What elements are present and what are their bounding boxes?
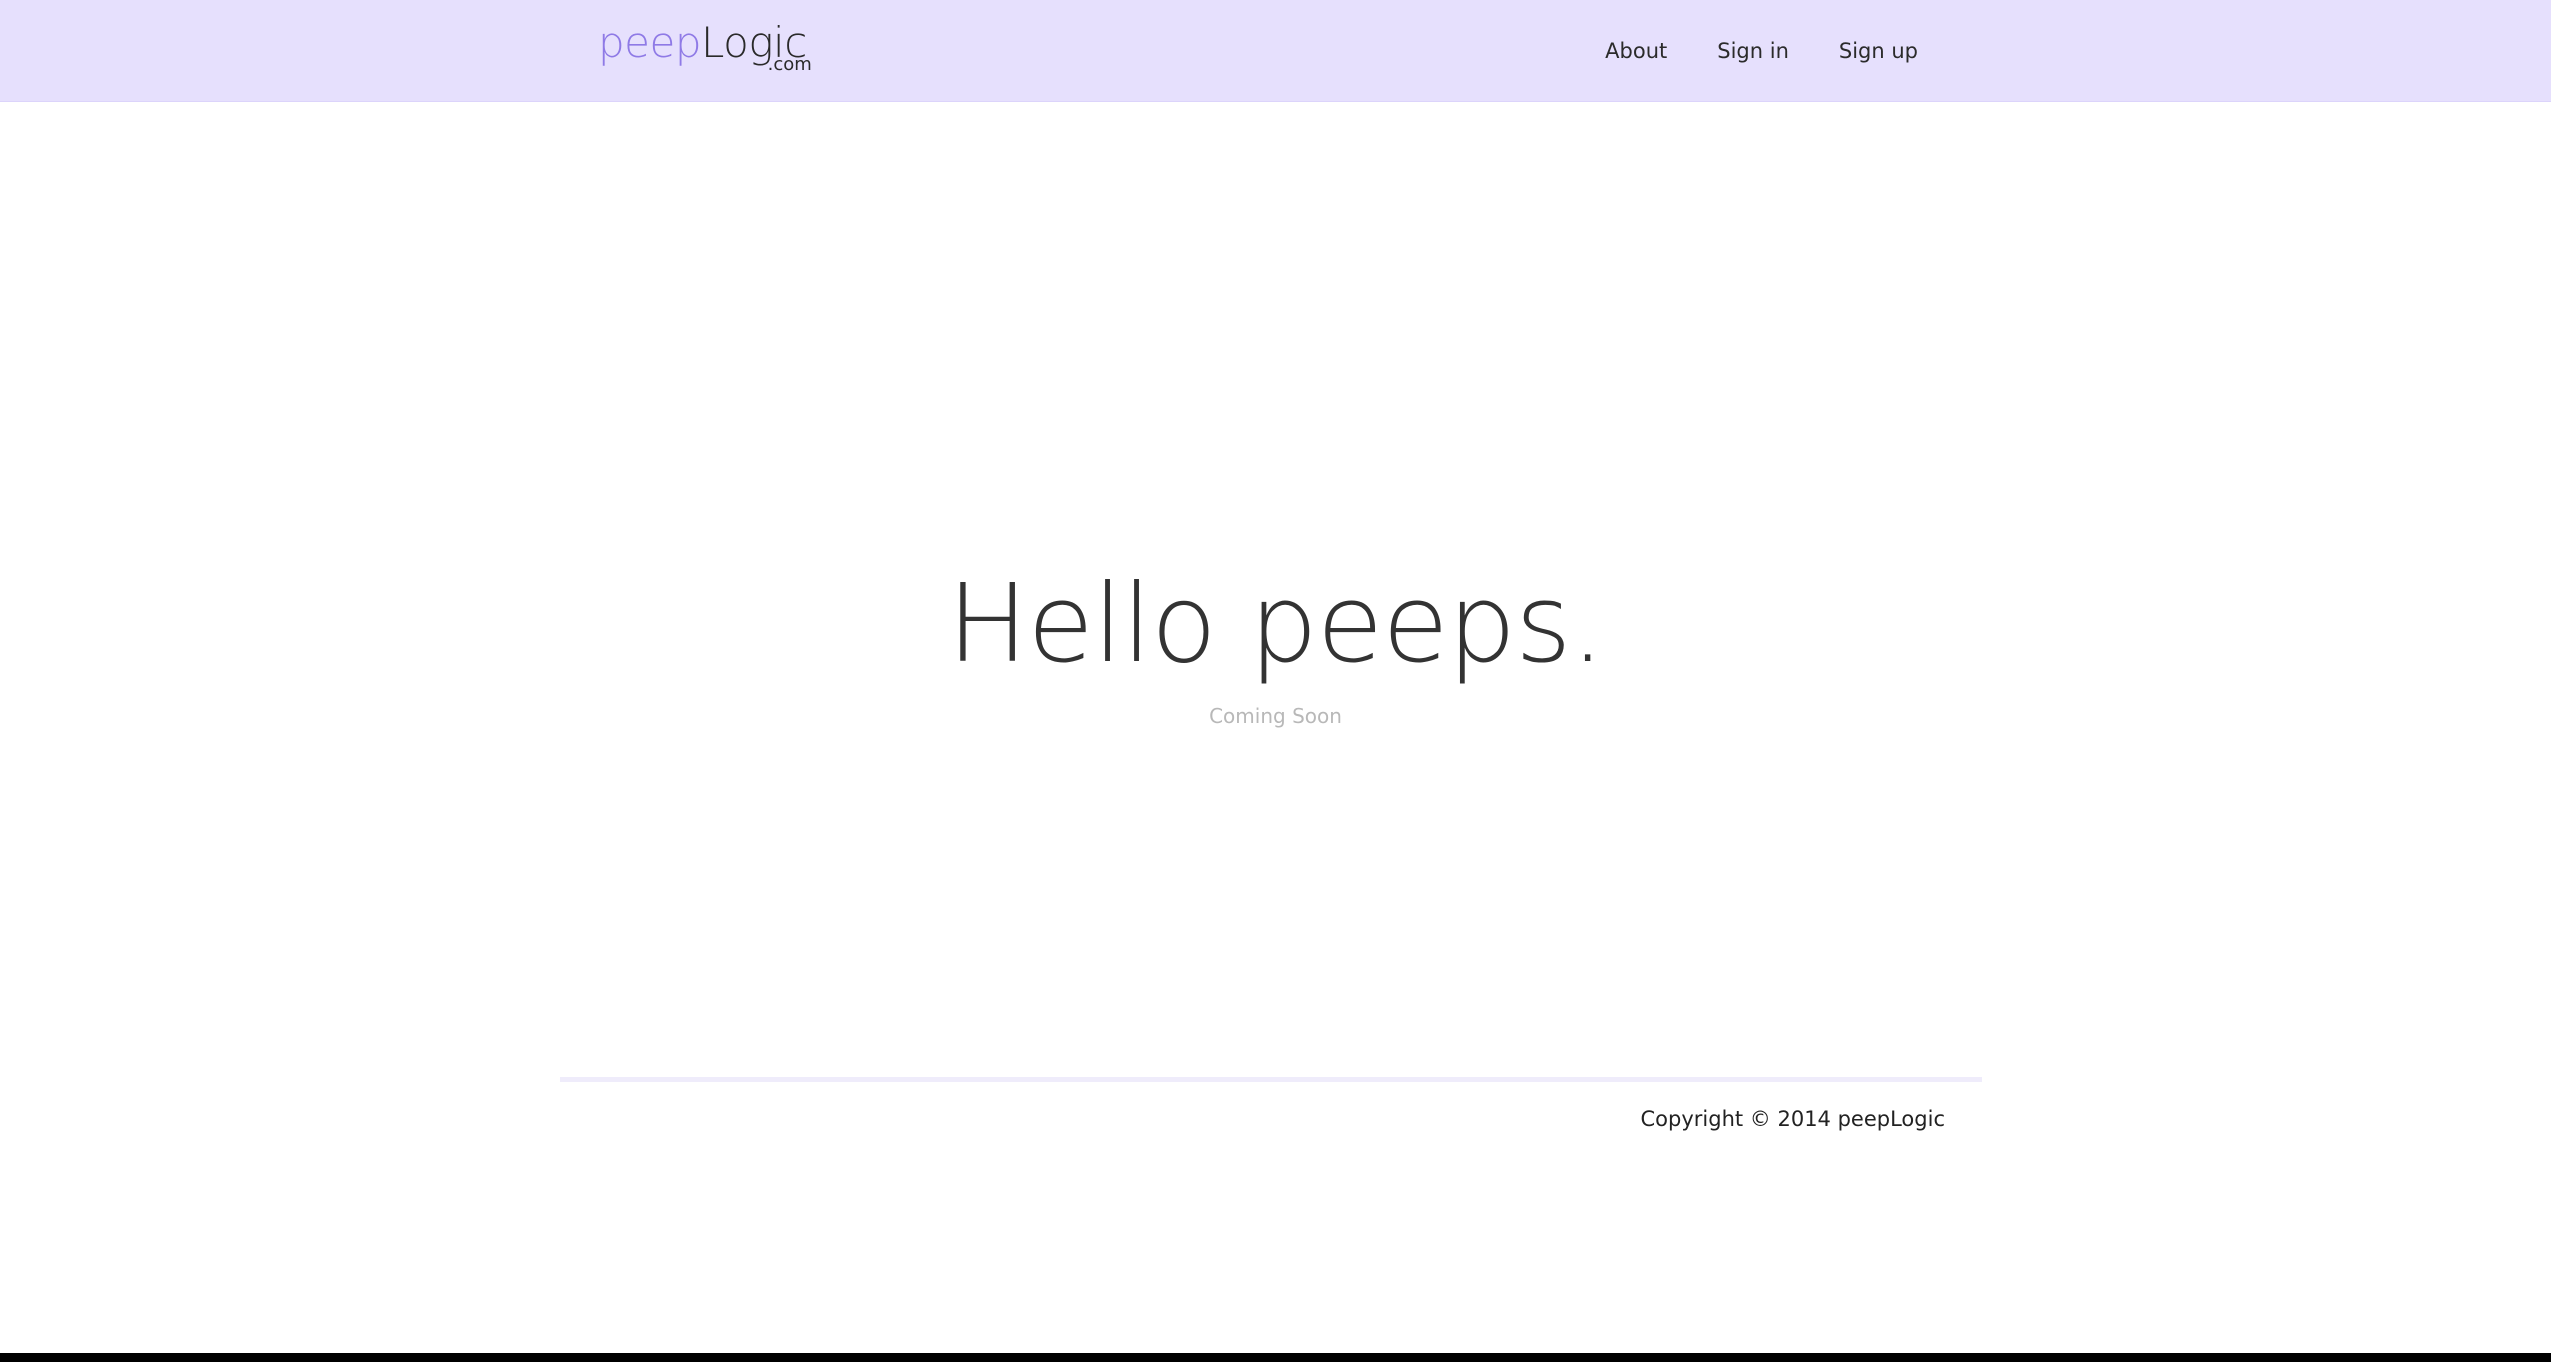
hero-subtitle: Coming Soon [1209, 704, 1342, 728]
window-bottom-edge [0, 1353, 2551, 1362]
nav-link-sign-in[interactable]: Sign in [1717, 39, 1789, 63]
navbar-container: peepLogic .com About Sign in Sign up [560, 0, 1982, 101]
brand-logo-link[interactable]: peepLogic .com [598, 18, 812, 78]
nav-links: About Sign in Sign up [1555, 0, 1918, 101]
hero-section: Hello peeps. Coming Soon [0, 560, 2551, 728]
nav-link-sign-up[interactable]: Sign up [1839, 39, 1918, 63]
brand-tld: .com [767, 54, 812, 75]
footer-copyright: Copyright © 2014 peepLogic [1640, 1107, 1945, 1131]
nav-link-about[interactable]: About [1605, 39, 1667, 63]
navbar: peepLogic .com About Sign in Sign up [0, 0, 2551, 102]
hero-title: Hello peeps. [947, 562, 1605, 687]
footer-divider [560, 1077, 1982, 1082]
brand-name-peep: peep [598, 18, 702, 67]
